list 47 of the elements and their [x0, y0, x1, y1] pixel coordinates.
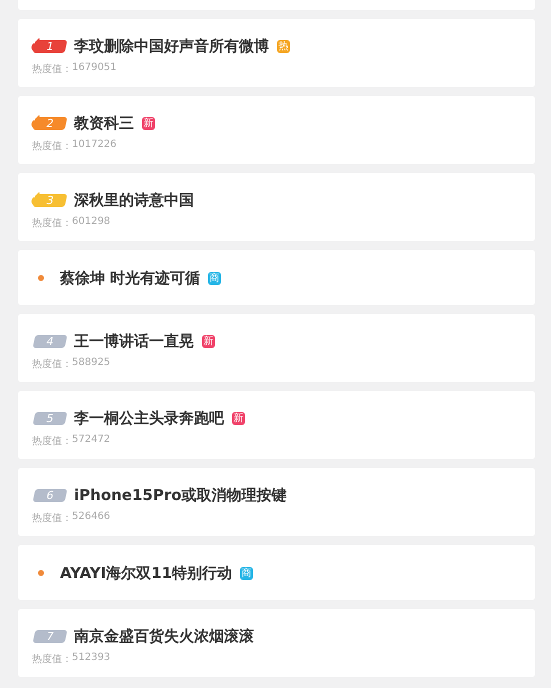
bullet-dot [38, 275, 44, 281]
rank-badge: 7 [32, 630, 68, 642]
heat-label: 热度值： [32, 358, 72, 371]
heat-label: 热度值： [32, 140, 72, 153]
heat-label: 热度值： [32, 62, 72, 76]
topic-card[interactable]: AYAYI海尔双11特别行动 商 [18, 545, 535, 600]
heat-value: 601298 [72, 216, 110, 229]
tag-badge: 新 [202, 334, 215, 348]
topic-title: 深秋里的诗意中国 [74, 190, 194, 210]
heat-label: 热度值： [32, 434, 72, 448]
heat-label: 热度值： [32, 216, 72, 230]
heat-value: 526466 [72, 511, 110, 524]
topic-card[interactable]: 2 教资科三 新 热度值：1017226 [18, 96, 535, 164]
rank-badge: 5 [32, 412, 68, 424]
heat-value: 572472 [72, 434, 110, 447]
rank-badge: 1 [32, 40, 68, 52]
topic-title: 蔡徐坤 时光有迹可循 [60, 268, 200, 288]
heat-value: 1679051 [72, 62, 117, 75]
topic-title: 王一博讲话一直晃 [74, 332, 194, 350]
topic-title: AYAYI海尔双11特别行动 [60, 564, 232, 582]
topic-title: iPhone15Pro或取消物理按键 [74, 486, 287, 504]
topic-card[interactable]: 5 李一桐公主头录奔跑吧 新 热度值：572472 [18, 391, 535, 459]
topic-title: 李一桐公主头录奔跑吧 [74, 408, 224, 428]
bullet-dot [38, 570, 44, 576]
rank-badge: 2 [32, 116, 68, 130]
tag-badge: 商 [240, 566, 254, 580]
topic-card[interactable]: 3 深秋里的诗意中国 热度值：601298 [18, 173, 535, 241]
topic-card[interactable]: 6 iPhone15Pro或取消物理按键 热度值：526466 [18, 468, 535, 536]
topic-title: 李玟删除中国好声音所有微博 [74, 36, 269, 56]
tag-badge: 新 [232, 412, 245, 424]
topic-title: 教资科三 [74, 114, 134, 132]
heat-label: 热度值： [32, 512, 72, 525]
tag-badge: 新 [142, 116, 155, 130]
heat-value: 512393 [72, 652, 110, 665]
rank-badge: 4 [32, 334, 68, 348]
heat-label: 热度值： [32, 652, 72, 666]
topic-card[interactable]: 蔡徐坤 时光有迹可循 商 [18, 250, 535, 305]
topic-card[interactable]: 1 李玟删除中国好声音所有微博 热 热度值：1679051 [18, 19, 535, 87]
heat-value: 588925 [72, 357, 110, 370]
tag-badge: 商 [208, 272, 222, 284]
topic-title: 南京金盛百货失火浓烟滚滚 [74, 626, 254, 646]
rank-badge: 6 [32, 488, 68, 502]
topic-card[interactable]: 7 南京金盛百货失火浓烟滚滚 热度值：512393 [18, 609, 535, 677]
heat-value: 1017226 [72, 139, 117, 152]
topic-card[interactable]: 4 王一博讲话一直晃 新 热度值：588925 [18, 314, 535, 382]
rank-badge: 3 [32, 194, 68, 206]
tag-badge: 热 [277, 40, 290, 52]
